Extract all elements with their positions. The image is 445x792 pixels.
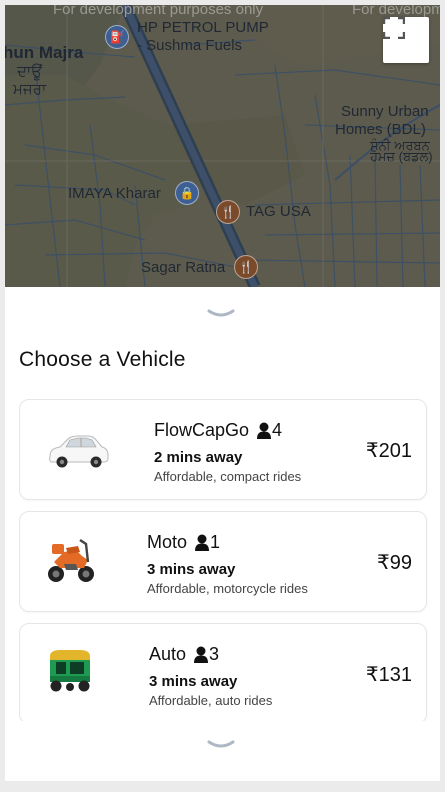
vehicle-price: ₹131 xyxy=(365,664,412,686)
collapse-chevron-icon[interactable] xyxy=(206,307,236,321)
place-label-petrol: HP PETROL PUMP xyxy=(137,19,269,36)
person-icon xyxy=(195,534,210,551)
lock-pin-icon[interactable]: 🔒 xyxy=(175,181,199,205)
vehicle-card-flowcapgo[interactable]: FlowCapGo 4 2 mins away Affordable, comp… xyxy=(19,399,427,500)
fullscreen-button[interactable] xyxy=(383,17,429,63)
place-label-petrol-2: - Sushma Fuels xyxy=(137,37,243,54)
place-label-majra: hun Majra xyxy=(5,43,84,62)
vehicle-name-row: Moto 1 xyxy=(147,532,220,553)
expand-chevron-icon[interactable] xyxy=(206,738,236,752)
auto-rickshaw-icon xyxy=(50,650,90,692)
vehicle-name-row: Auto 3 xyxy=(149,644,219,665)
vehicle-name: Moto xyxy=(147,532,188,552)
car-icon xyxy=(49,435,109,468)
place-label-sagar: Sagar Ratna xyxy=(141,259,226,276)
vehicle-description: Affordable, auto rides xyxy=(149,693,273,708)
map-view[interactable]: For development purposes only For develo… xyxy=(5,5,440,287)
vehicle-name: Auto xyxy=(149,644,187,664)
place-label-tag: TAG USA xyxy=(246,203,311,220)
vehicle-description: Affordable, compact rides xyxy=(154,469,302,484)
place-label-majra-pa: ਦਾਊਂ xyxy=(17,63,43,80)
vehicle-name: FlowCapGo xyxy=(154,420,250,440)
place-label-sunny: Sunny Urban xyxy=(341,103,429,120)
vehicle-list[interactable]: FlowCapGo 4 2 mins away Affordable, comp… xyxy=(19,399,429,721)
map-watermark: For development purposes only xyxy=(53,5,264,18)
restaurant-pin-icon-2[interactable]: 🍴 xyxy=(234,255,258,279)
vehicle-capacity: 4 xyxy=(272,420,283,440)
vehicle-price: ₹99 xyxy=(377,552,412,574)
fuel-pin-icon[interactable]: ⛽ xyxy=(105,25,129,49)
restaurant-pin-icon[interactable]: 🍴 xyxy=(216,200,240,224)
place-label-imaya: IMAYA Kharar xyxy=(68,185,161,202)
vehicle-capacity: 3 xyxy=(209,644,220,664)
vehicle-name-row: FlowCapGo 4 xyxy=(154,420,282,441)
vehicle-price: ₹201 xyxy=(365,440,412,462)
panel-title: Choose a Vehicle xyxy=(19,348,186,371)
motorcycle-icon xyxy=(48,539,94,582)
fullscreen-icon xyxy=(383,17,405,39)
vehicle-card-auto[interactable]: Auto 3 3 mins away Affordable, auto ride… xyxy=(19,623,427,721)
vehicle-capacity: 1 xyxy=(210,532,221,552)
person-icon xyxy=(194,646,209,663)
vehicle-description: Affordable, motorcycle rides xyxy=(147,581,308,596)
vehicle-eta: 3 mins away xyxy=(149,673,238,690)
app-frame: For development purposes only For develo… xyxy=(5,5,440,781)
place-label-sunny-pa-2: ਹੋਮਜ਼ (ਬਡਲ) xyxy=(370,149,433,164)
person-icon xyxy=(257,422,272,439)
place-label-majra-pa-2: ਮਜਰਾ xyxy=(13,81,47,98)
place-label-sunny-2: Homes (BDL) xyxy=(335,121,426,138)
vehicle-card-moto[interactable]: Moto 1 3 mins away Affordable, motorcycl… xyxy=(19,511,427,612)
vehicle-eta: 2 mins away xyxy=(154,449,243,466)
vehicle-eta: 3 mins away xyxy=(147,561,236,578)
